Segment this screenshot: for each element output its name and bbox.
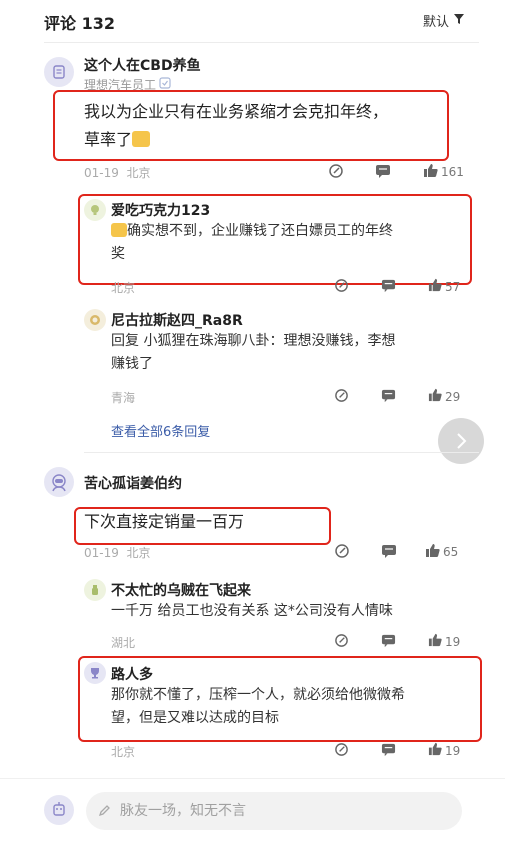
reply-icon[interactable] — [381, 633, 396, 652]
reply-text: 一千万 给员工也没有关系 这*公司没有人情味 — [111, 603, 393, 619]
like-count: 161 — [441, 165, 464, 179]
repost-icon[interactable] — [334, 388, 349, 407]
comment-text-line: 我以为企业只有在业务紧缩才会克扣年终， — [84, 102, 389, 121]
reply-text: 回复 小狐狸在珠海聊八卦：理想没赚钱，李想 赚钱了 — [111, 330, 395, 376]
comment-meta: 01-19 北京 — [84, 544, 151, 561]
comment-author[interactable]: 苦心孤诣姜伯约 — [84, 473, 182, 493]
avatar[interactable] — [84, 579, 106, 601]
reply-location: 湖北 — [111, 636, 136, 650]
lion-avatar-icon — [90, 315, 100, 325]
comment-text-line: 草率了 — [84, 126, 388, 154]
reply-text-line: 那你就不懂了，压榨一个人，就必须给他微微希 — [111, 687, 405, 703]
repost-icon[interactable] — [334, 742, 349, 761]
repost-icon[interactable] — [328, 163, 344, 183]
avatar[interactable] — [84, 309, 106, 331]
filter-icon — [453, 13, 465, 29]
comments-header-title: 评论 132 — [44, 14, 115, 33]
avatar[interactable] — [44, 467, 74, 497]
reply-text: 那你就不懂了，压榨一个人，就必须给他微微希 望，但是又难以达成的目标 — [111, 684, 405, 730]
like-button[interactable]: 19 — [428, 742, 460, 759]
reply-location: 北京 — [111, 281, 136, 295]
reply-location: 北京 — [111, 745, 136, 759]
reply-author[interactable]: 尼古拉斯赵四_Ra8R — [111, 310, 243, 330]
reply-text-line: 望，但是又难以达成的目标 — [111, 710, 279, 726]
reply-icon[interactable] — [381, 388, 396, 407]
reply-icon[interactable] — [381, 543, 397, 563]
comment-meta: 01-19 北京 — [84, 164, 151, 181]
comment-actions — [328, 163, 344, 183]
reply-text: 确实想不到，企业赚钱了还白嫖员工的年终 奖 — [111, 220, 393, 266]
sort-selector[interactable]: 默认 — [423, 11, 465, 30]
avatar[interactable] — [44, 57, 74, 87]
bottle-avatar-icon — [92, 585, 98, 595]
repost-icon[interactable] — [334, 633, 349, 652]
pencil-icon — [98, 802, 112, 821]
comment-text: 我以为企业只有在业务紧缩才会克扣年终， 草率了 — [84, 98, 388, 154]
bottom-bar-divider — [0, 778, 505, 779]
like-button[interactable]: 57 — [428, 278, 460, 295]
thumbs-up-icon — [428, 278, 442, 295]
like-button[interactable]: 29 — [428, 388, 460, 405]
like-count: 19 — [445, 743, 461, 758]
my-avatar[interactable] — [44, 795, 74, 825]
robot-avatar-icon — [53, 802, 65, 816]
trophy-avatar-icon — [91, 668, 99, 679]
view-all-replies-link[interactable]: 查看全部6条回复 — [111, 421, 210, 440]
comment-date: 01-19 — [84, 546, 119, 560]
emoji-icon — [111, 223, 127, 237]
reply-author[interactable]: 不太忙的乌贼在飞起来 — [111, 580, 251, 600]
reply-text-line: 回复 小狐狸在珠海聊八卦：理想没赚钱，李想 — [111, 333, 396, 349]
comment-author[interactable]: 这个人在CBD养鱼 — [84, 55, 201, 75]
reply-icon[interactable] — [381, 278, 396, 297]
reply-author[interactable]: 路人多 — [111, 664, 153, 684]
bulb-avatar-icon — [91, 205, 99, 215]
comment-input[interactable] — [118, 802, 422, 820]
thumbs-up-icon — [425, 543, 440, 561]
avatar[interactable] — [84, 199, 106, 221]
like-count: 29 — [445, 389, 461, 404]
like-button[interactable]: 65 — [425, 543, 458, 561]
like-button[interactable]: 161 — [423, 163, 464, 181]
like-count: 57 — [445, 279, 461, 294]
next-button[interactable] — [438, 418, 484, 464]
reply-icon[interactable] — [375, 163, 391, 183]
sort-label: 默认 — [422, 15, 449, 30]
reply-icon[interactable] — [381, 742, 396, 761]
like-count: 19 — [445, 634, 461, 649]
reply-location: 青海 — [111, 391, 136, 405]
thumbs-up-icon — [423, 163, 438, 181]
comment-location: 北京 — [126, 166, 151, 180]
reply-text-line: 赚钱了 — [111, 356, 153, 372]
comment-input-bar[interactable] — [86, 792, 462, 830]
header-divider — [44, 42, 479, 43]
chevron-right-icon — [457, 433, 467, 449]
avatar[interactable] — [84, 662, 106, 684]
thumbs-up-icon — [428, 742, 442, 759]
reply-text-line: 确实想不到，企业赚钱了还白嫖员工的年终 — [111, 220, 393, 243]
comment-location: 北京 — [126, 546, 151, 560]
reply-text-line: 奖 — [111, 246, 125, 262]
comment-text: 下次直接定销量一百万 — [84, 512, 245, 531]
reply-author[interactable]: 爱吃巧克力123 — [111, 200, 210, 220]
repost-icon[interactable] — [334, 543, 350, 563]
thumbs-up-icon — [428, 388, 442, 405]
robot-avatar-icon — [53, 65, 65, 79]
repost-icon[interactable] — [334, 278, 349, 297]
like-button[interactable]: 19 — [428, 633, 460, 650]
like-count: 65 — [443, 545, 459, 559]
crying-emoji-icon — [132, 131, 151, 147]
astronaut-avatar-icon — [52, 474, 66, 492]
thumbs-up-icon — [428, 633, 442, 650]
comment-divider — [84, 452, 479, 453]
comment-date: 01-19 — [84, 166, 119, 180]
